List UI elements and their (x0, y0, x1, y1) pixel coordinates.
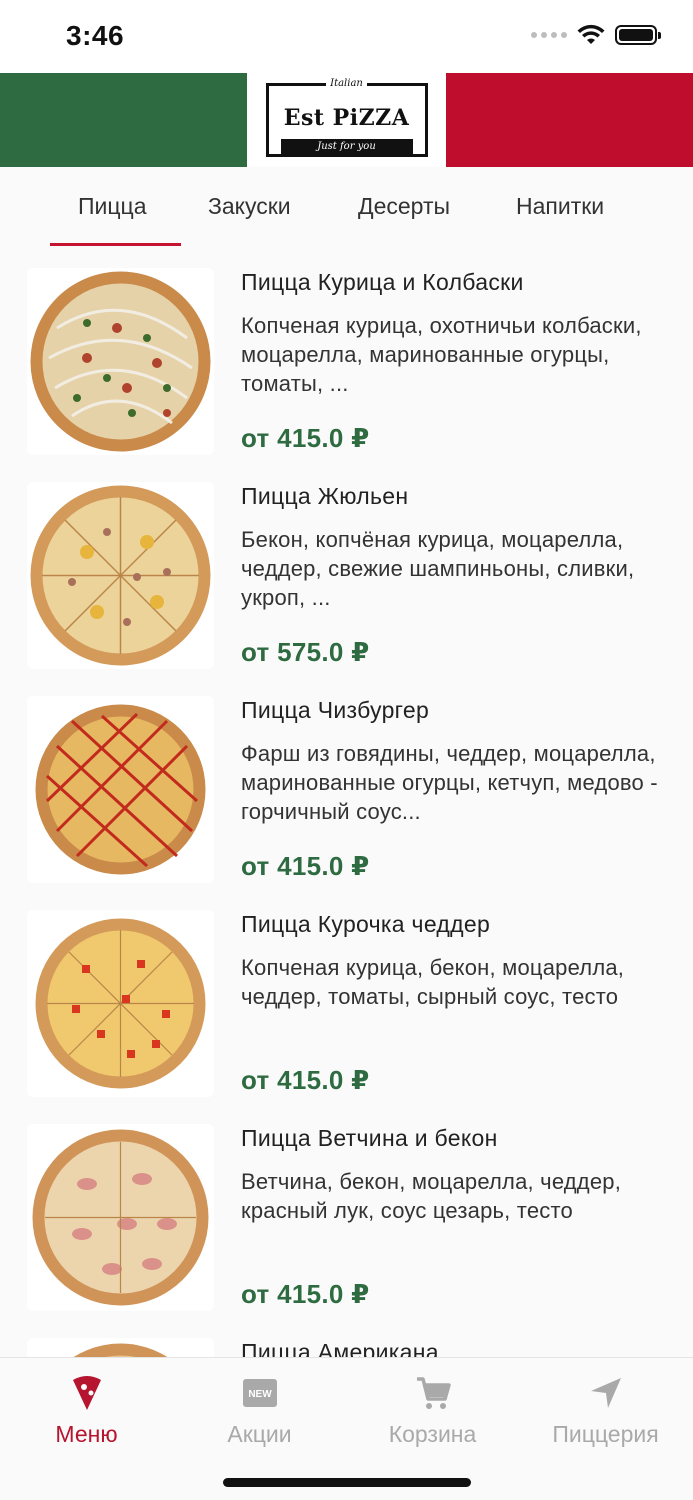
battery-icon (615, 25, 661, 45)
item-title: Пицца Курочка чеддер (241, 911, 491, 937)
location-arrow-icon (589, 1374, 623, 1412)
status-time: 3:46 (66, 20, 125, 51)
item-price: от 415.0 ₽ (241, 423, 370, 453)
flag-green-stripe (0, 73, 247, 167)
pizza-image (27, 1338, 214, 1357)
item-title: Пицца Ветчина и бекон (241, 1125, 498, 1151)
wifi-icon (577, 24, 605, 44)
tab-pizza[interactable]: Пицца (78, 193, 147, 220)
logo-top-text: Italian (326, 78, 367, 89)
menu-list[interactable]: Пицца Курица и Колбаски Копченая курица,… (0, 247, 693, 1357)
item-description: Фарш из говядины, чеддер, моцарелла, мар… (241, 741, 658, 824)
logo-sub-text: Just for you (280, 139, 413, 154)
nav-pizzeria[interactable]: Пиццерия (519, 1374, 692, 1448)
item-title: Пицца Курица и Колбаски (241, 269, 524, 295)
nav-label: Пиццерия (552, 1421, 659, 1447)
tab-appetizers[interactable]: Закуски (208, 193, 291, 220)
pizza-image (27, 482, 214, 669)
menu-item[interactable]: Пицца Курица и Колбаски Копченая курица,… (0, 247, 693, 461)
status-bar: 3:46 (0, 0, 693, 73)
status-icons (531, 24, 661, 46)
new-badge-icon: NEW (242, 1374, 277, 1412)
signal-icon (531, 32, 567, 38)
item-title: Пицца Чизбургер (241, 697, 430, 723)
item-price: от 575.0 ₽ (241, 637, 370, 667)
flag-white-stripe: Italian Est PiZZA Just for you (247, 73, 446, 167)
header-banner: Italian Est PiZZA Just for you (0, 73, 693, 167)
pizza-image (27, 268, 214, 455)
item-title: Пицца Жюльен (241, 483, 409, 509)
nav-label: Корзина (388, 1421, 477, 1447)
brand-logo: Italian Est PiZZA Just for you (265, 78, 428, 157)
pizza-slice-icon (70, 1374, 104, 1412)
nav-label: Акции (227, 1421, 292, 1447)
nav-cart[interactable]: Корзина (346, 1374, 519, 1448)
active-tab-indicator (50, 243, 181, 246)
pizza-image (27, 696, 214, 883)
cart-icon (415, 1374, 451, 1412)
item-description: Копченая курица, охотничьи колбаски, моц… (241, 313, 642, 396)
pizza-image (27, 910, 214, 1097)
item-description: Ветчина, бекон, моцарелла, чеддер, красн… (241, 1169, 622, 1223)
pizza-image (27, 1124, 214, 1311)
item-price: от 415.0 ₽ (241, 1065, 370, 1095)
item-price: от 415.0 ₽ (241, 1279, 370, 1309)
item-price: от 415.0 ₽ (241, 851, 370, 881)
item-description: Копченая курица, бекон, моцарелла, чедде… (241, 955, 625, 1009)
item-description: Бекон, копчёная курица, моцарелла, чедде… (241, 527, 635, 610)
logo-main-text: Est PiZZA (283, 105, 410, 131)
flag-red-stripe (446, 73, 693, 167)
nav-menu[interactable]: Меню (0, 1374, 173, 1448)
svg-text:NEW: NEW (248, 1389, 272, 1400)
menu-item[interactable]: Пицца Ветчина и бекон Ветчина, бекон, мо… (0, 1103, 693, 1317)
category-tabs: Пицца Закуски Десерты Напитки (0, 167, 693, 247)
menu-item[interactable]: Пицца Американа (0, 1317, 693, 1357)
home-indicator (223, 1478, 471, 1487)
tab-desserts[interactable]: Десерты (358, 193, 450, 220)
menu-item[interactable]: Пицца Чизбургер Фарш из говядины, чеддер… (0, 675, 693, 889)
nav-label: Меню (55, 1421, 118, 1447)
item-title: Пицца Американа (241, 1339, 439, 1357)
menu-item[interactable]: Пицца Жюльен Бекон, копчёная курица, моц… (0, 461, 693, 675)
nav-promotions[interactable]: NEW Акции (173, 1374, 346, 1448)
menu-item[interactable]: Пицца Курочка чеддер Копченая курица, бе… (0, 889, 693, 1103)
tab-drinks[interactable]: Напитки (516, 193, 604, 220)
